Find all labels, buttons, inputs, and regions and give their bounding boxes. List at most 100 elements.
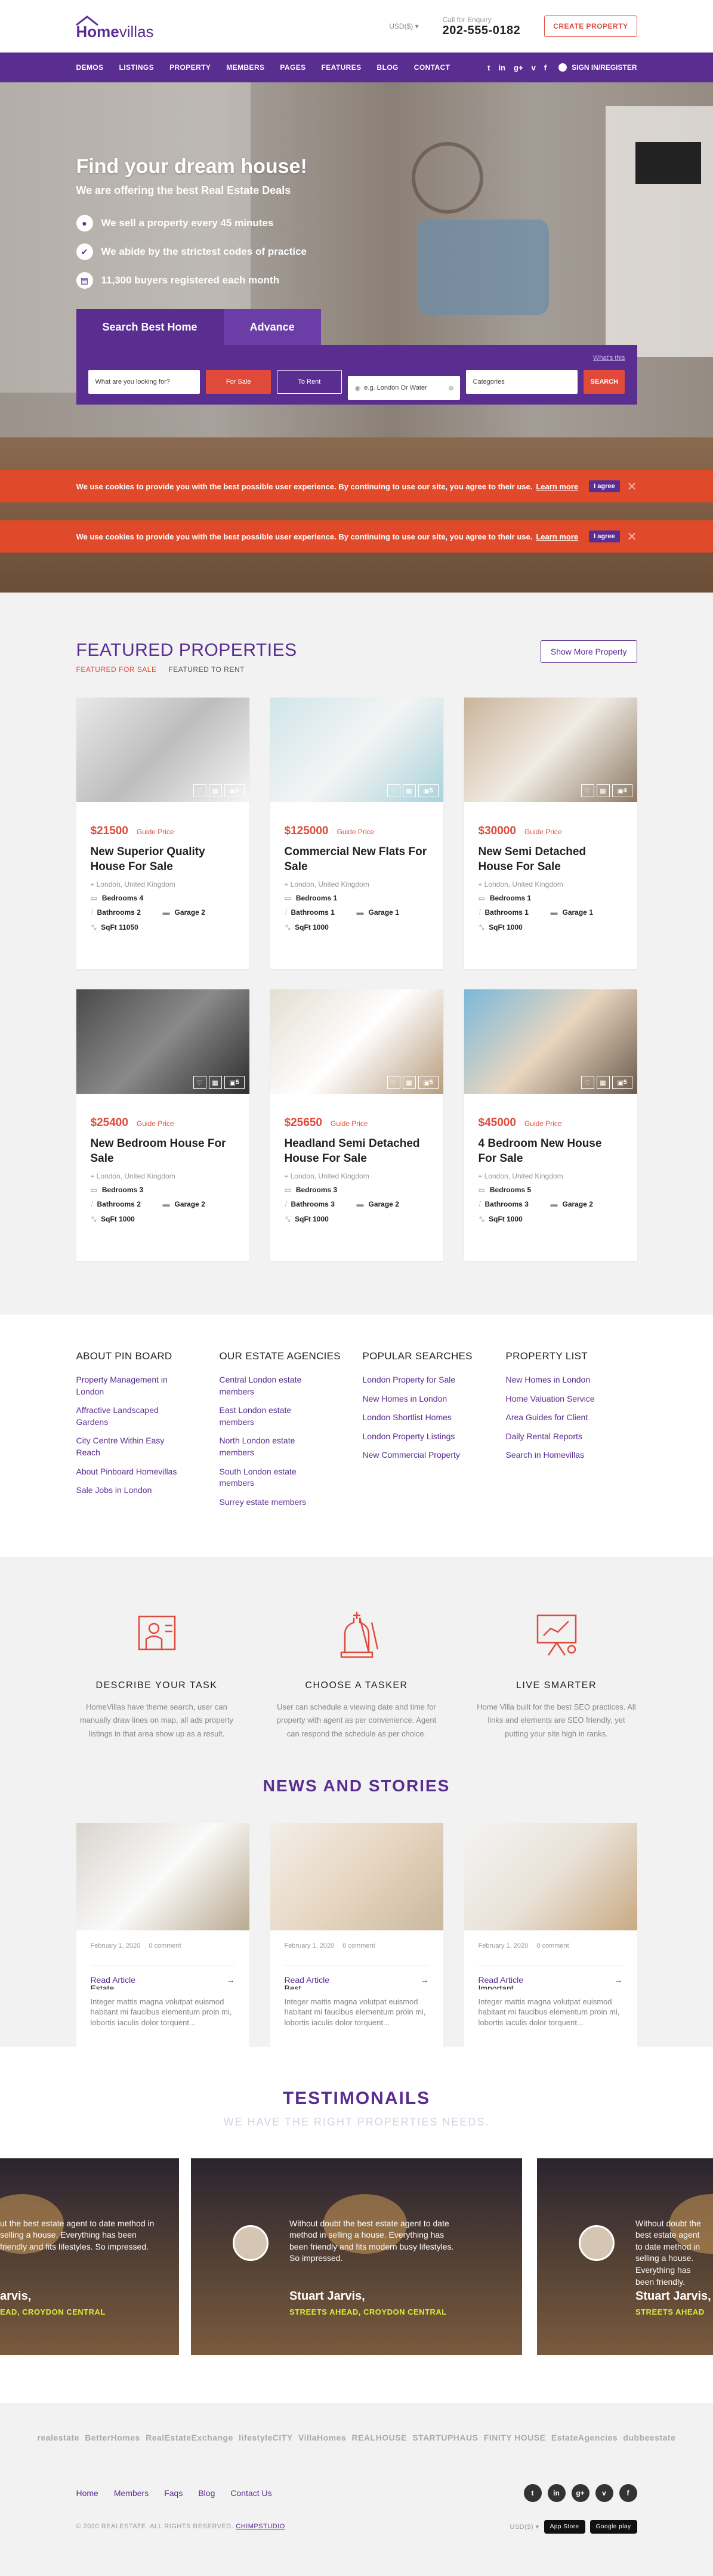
to-rent-toggle[interactable]: To Rent [276, 370, 342, 394]
read-article-link[interactable]: Read Article → [284, 1964, 429, 1985]
categories-select[interactable]: Categories [465, 370, 578, 394]
nav-pages[interactable]: PAGES [280, 63, 305, 72]
google-plus-icon[interactable]: g+ [514, 63, 523, 72]
footer-link[interactable]: East London estate members [220, 1405, 327, 1428]
google-plus-icon[interactable]: g+ [571, 2484, 589, 2502]
footer-link[interactable]: New Homes in London [506, 1374, 613, 1386]
property-title[interactable]: New Superior Quality House For Sale [91, 845, 235, 874]
site-logo[interactable]: Home villas [75, 11, 154, 41]
property-image[interactable]: ♡ ▦ ▣ 5 [270, 989, 443, 1094]
property-title[interactable]: Headland Semi Detached House For Sale [285, 1137, 429, 1166]
read-article-link[interactable]: Read Article → [90, 1964, 235, 1985]
camera-icon[interactable]: ▣ 5 [224, 784, 245, 797]
nav-contact[interactable]: CONTACT [414, 63, 450, 72]
facebook-icon[interactable]: f [544, 63, 547, 72]
camera-icon[interactable]: ▣ 5 [418, 1076, 439, 1089]
property-image[interactable]: ♡ ▦ ▣ 5 [76, 989, 249, 1094]
footer-link[interactable]: Property Management in London [76, 1374, 184, 1397]
compare-icon[interactable]: ▦ [208, 1076, 222, 1089]
footer-link[interactable]: South London estate members [220, 1466, 327, 1489]
bottom-link[interactable]: Blog [198, 2488, 215, 2498]
property-card[interactable]: ♡ ▦ ▣ 5 $125000 Guide Price Commercial New … [270, 698, 443, 969]
currency-select[interactable]: USD($) ▾ [389, 22, 418, 30]
crosshair-icon[interactable]: ⊕ [448, 384, 453, 392]
nav-blog[interactable]: BLOG [377, 63, 399, 72]
nav-members[interactable]: MEMBERS [226, 63, 264, 72]
currency-select[interactable]: USD($) ▾ [510, 2523, 539, 2531]
camera-icon[interactable]: ▣ 5 [418, 784, 439, 797]
footer-link[interactable]: City Centre Within Easy Reach [76, 1435, 184, 1458]
close-icon[interactable]: ✕ [627, 479, 637, 494]
heart-icon[interactable]: ♡ [387, 1076, 400, 1089]
news-card[interactable]: February 1, 2020 0 comment Read Article → … [270, 1822, 443, 2047]
footer-link[interactable]: New Homes in London [363, 1393, 470, 1405]
footer-link[interactable]: London Shortlist Homes [363, 1412, 470, 1424]
location-input[interactable]: ◉ e.g. London Or Water ⊕ [347, 376, 460, 400]
news-image[interactable] [464, 1822, 637, 1930]
property-card[interactable]: ♡ ▦ ▣ 5 $25650 Guide Price Headland Semi De… [270, 989, 443, 1261]
footer-link[interactable]: Search in Homevillas [506, 1449, 613, 1461]
heart-icon[interactable]: ♡ [193, 784, 206, 797]
partner-logo[interactable]: EstateAgencies [551, 2433, 618, 2442]
partner-logo[interactable]: RealEstateExchange [146, 2433, 233, 2442]
footer-link[interactable]: Sale Jobs in London [76, 1485, 184, 1497]
nav-features[interactable]: FEATURES [322, 63, 362, 72]
property-title[interactable]: New Semi Detached House For Sale [479, 845, 623, 874]
facebook-icon[interactable]: f [619, 2484, 637, 2502]
footer-link[interactable]: Central London estate members [220, 1374, 327, 1397]
heart-icon[interactable]: ♡ [581, 1076, 594, 1089]
bottom-link[interactable]: Contact Us [230, 2488, 271, 2498]
property-image[interactable]: ♡ ▦ ▣ 5 [464, 989, 637, 1094]
linkedin-icon[interactable]: in [547, 2484, 566, 2502]
nav-listings[interactable]: LISTINGS [119, 63, 155, 72]
twitter-icon[interactable]: t [523, 2484, 542, 2502]
create-property-button[interactable]: CREATE PROPERTY [544, 16, 637, 37]
bottom-link[interactable]: Members [114, 2488, 149, 2498]
whats-this-link[interactable]: What's this [593, 354, 625, 362]
partner-logo[interactable]: realestate [38, 2433, 79, 2442]
cookie-agree-button[interactable]: I agree [589, 480, 620, 492]
property-image[interactable]: ♡ ▦ ▣ 4 [464, 698, 637, 802]
read-article-link[interactable]: Read Article → [478, 1964, 623, 1985]
partner-logo[interactable]: VillaHomes [298, 2433, 346, 2442]
property-card[interactable]: ♡ ▦ ▣ 5 $25400 Guide Price New Bedroom Hous… [76, 989, 249, 1261]
close-icon[interactable]: ✕ [627, 529, 637, 544]
show-more-property-button[interactable]: Show More Property [540, 640, 637, 663]
keyword-input[interactable]: What are you looking for? [88, 370, 200, 394]
property-image[interactable]: ♡ ▦ ▣ 5 [76, 698, 249, 802]
cookie-agree-button[interactable]: I agree [589, 530, 620, 542]
compare-icon[interactable]: ▦ [596, 784, 610, 797]
tab-featured-to-rent[interactable]: FEATURED TO RENT [168, 665, 244, 674]
partner-logo[interactable]: lifestyleCITY [239, 2433, 293, 2442]
property-card[interactable]: ♡ ▦ ▣ 4 $30000 Guide Price New Semi Detache… [464, 698, 637, 969]
partner-logo[interactable]: dubbeestate [623, 2433, 675, 2442]
footer-link[interactable]: Home Valuation Service [506, 1393, 613, 1405]
news-card[interactable]: February 1, 2020 0 comment Read Article → … [464, 1822, 637, 2047]
partner-logo[interactable]: FINITY HOUSE [484, 2433, 546, 2442]
tab-featured-for-sale[interactable]: FEATURED FOR SALE [76, 665, 157, 674]
footer-link[interactable]: Area Guides for Client [506, 1412, 613, 1424]
property-card[interactable]: ♡ ▦ ▣ 5 $21500 Guide Price New Superior Qua… [76, 698, 249, 969]
news-comments[interactable]: 0 comment [536, 1942, 569, 1949]
news-comments[interactable]: 0 comment [149, 1942, 181, 1949]
property-image[interactable]: ♡ ▦ ▣ 5 [270, 698, 443, 802]
property-title[interactable]: 4 Bedroom New House For Sale [479, 1137, 623, 1166]
tab-search-best-home[interactable]: Search Best Home [76, 309, 224, 345]
chimpstudio-link[interactable]: CHIMPSTUDIO [236, 2523, 285, 2530]
bottom-link[interactable]: Faqs [164, 2488, 183, 2498]
bottom-link[interactable]: Home [76, 2488, 98, 2498]
property-title[interactable]: New Bedroom House For Sale [91, 1137, 235, 1166]
camera-icon[interactable]: ▣ 5 [612, 1076, 632, 1089]
linkedin-icon[interactable]: in [498, 63, 505, 72]
news-card[interactable]: February 1, 2020 0 comment Read Article → … [76, 1822, 249, 2047]
footer-link[interactable]: Daily Rental Reports [506, 1431, 613, 1443]
nav-property[interactable]: PROPERTY [169, 63, 211, 72]
footer-link[interactable]: London Property Listings [363, 1431, 470, 1443]
camera-icon[interactable]: ▣ 4 [612, 784, 632, 797]
for-sale-toggle[interactable]: For Sale [206, 370, 271, 394]
news-image[interactable] [270, 1822, 443, 1930]
compare-icon[interactable]: ▦ [402, 1076, 416, 1089]
footer-link[interactable]: London Property for Sale [363, 1374, 470, 1386]
enquiry-phone[interactable]: 202-555-0182 [443, 24, 521, 38]
news-image[interactable] [76, 1822, 249, 1930]
